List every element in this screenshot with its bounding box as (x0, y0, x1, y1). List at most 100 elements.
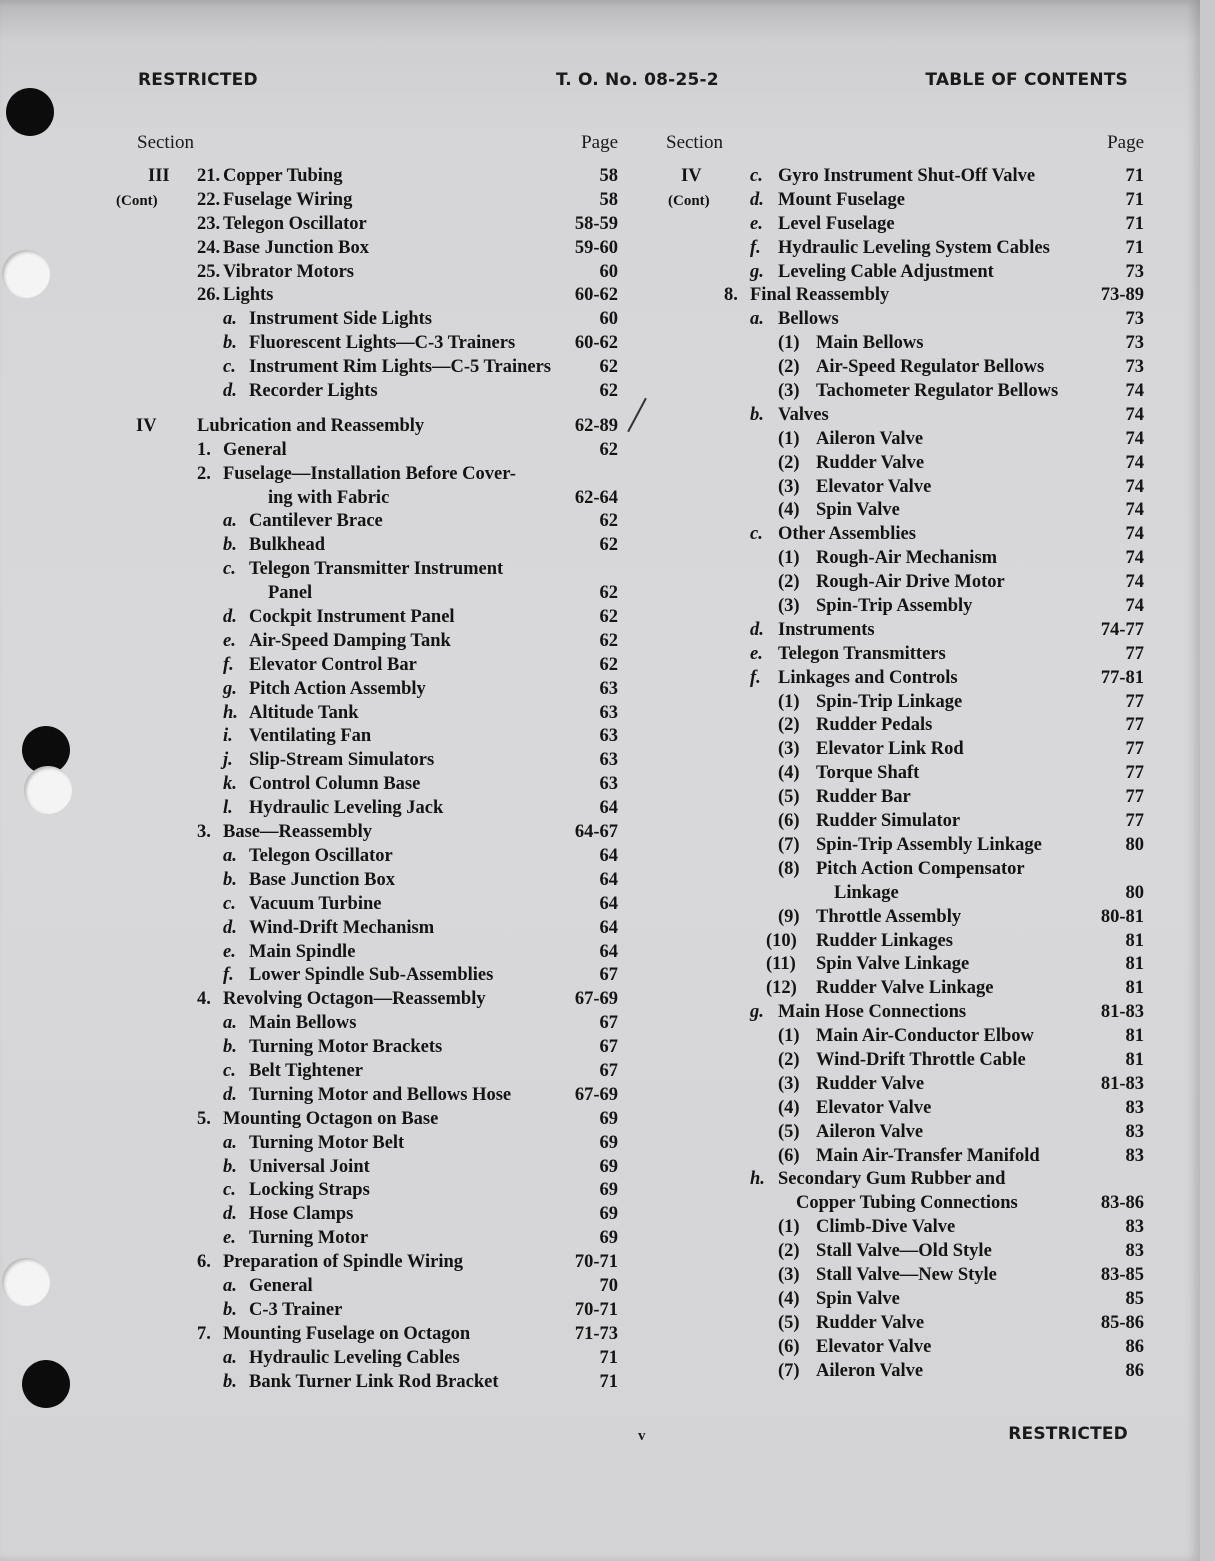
toc-entry: d. Cockpit Instrument Panel 62 (116, 607, 618, 631)
entry-title: Hose Clamps (249, 1204, 354, 1225)
entry-title: Linkages and Controls (778, 667, 958, 688)
toc-entry: b. Base Junction Box 64 (116, 870, 618, 894)
toc-entry: III 21. Copper Tubing 58 (116, 166, 618, 190)
entry-marker: (3) (778, 739, 800, 760)
section-number: III (148, 166, 170, 186)
punch-hole-white (2, 250, 50, 298)
entry-title: Lights (223, 285, 274, 306)
toc-entry: f. Hydraulic Leveling System Cables 71 (666, 238, 1144, 262)
entry-title: Hydraulic Leveling Cables (249, 1347, 460, 1368)
toc-entry: 2. Fuselage—Installation Before Cover- (116, 464, 618, 488)
entry-title: Vacuum Turbine (249, 893, 382, 914)
entry-page: 64 (599, 798, 619, 819)
entry-marker: (2) (778, 1049, 800, 1070)
entry-page: 85-86 (1100, 1312, 1144, 1333)
entry-page: 71 (1125, 213, 1145, 234)
entry-title: Rudder Valve (816, 452, 925, 473)
toc-entry: f. Lower Spindle Sub-Assemblies 67 (116, 965, 618, 989)
entry-marker: h. (223, 702, 238, 723)
toc-entry: b. Fluorescent Lights—C-3 Trainers 60-62 (116, 333, 618, 357)
entry-marker: c. (223, 893, 236, 914)
entry-title: Level Fuselage (778, 213, 895, 234)
toc-entry: (1) Main Air-Conductor Elbow 81 (666, 1026, 1144, 1050)
toc-entry: (2) Rough-Air Drive Motor 74 (666, 572, 1144, 596)
entry-title: Throttle Assembly (816, 906, 962, 927)
entry-title: Hydraulic Leveling System Cables (778, 237, 1050, 258)
entry-page: 73 (1125, 261, 1145, 282)
entry-page: 63 (599, 726, 619, 747)
toc-entry: (3) Rudder Valve 81-83 (666, 1074, 1144, 1098)
entry-marker: d. (750, 189, 764, 210)
toc-entry: IV c. Gyro Instrument Shut-Off Valve 71 (666, 166, 1144, 190)
toc-entry: (4) Spin Valve 85 (666, 1289, 1144, 1313)
entry-page: 74 (1125, 404, 1145, 425)
entry-marker: (4) (778, 500, 800, 521)
entry-title: Elevator Control Bar (249, 654, 417, 675)
entry-page: 69 (599, 1204, 619, 1225)
entry-marker: e. (223, 630, 236, 651)
entry-title: Cockpit Instrument Panel (249, 607, 455, 628)
toc-entry: b. Bank Turner Link Rod Bracket 71 (116, 1372, 618, 1396)
entry-title: Cantilever Brace (249, 511, 383, 532)
entry-marker: (4) (778, 1097, 800, 1118)
entry-title: Elevator Valve (816, 1336, 932, 1357)
toc-entry: d. Hose Clamps 69 (116, 1204, 618, 1228)
entry-page: 71 (1125, 166, 1145, 186)
toc-entry: k. Control Column Base 63 (116, 774, 618, 798)
entry-page: 80 (1125, 882, 1145, 903)
entry-marker: d. (223, 1084, 237, 1105)
toc-entry: (5) Rudder Valve 85-86 (666, 1313, 1144, 1337)
entry-page: 83-85 (1100, 1264, 1144, 1285)
entry-page: 74 (1125, 381, 1145, 402)
toc-entry: c. Belt Tightener 67 (116, 1061, 618, 1085)
entry-page: 81 (1125, 1026, 1145, 1047)
entry-page: 64 (599, 917, 619, 938)
entry-title: Torque Shaft (816, 763, 920, 784)
entry-page: 77 (1125, 763, 1145, 784)
entry-marker: a. (223, 1132, 237, 1153)
toc-entry: (2) Rudder Pedals 77 (666, 715, 1144, 739)
toc-entry: (2) Stall Valve—Old Style 83 (666, 1241, 1144, 1265)
page-number: v (638, 1428, 646, 1444)
entry-page: 81-83 (1100, 1073, 1144, 1094)
section-label: Section (666, 132, 723, 153)
entry-marker: 8. (724, 285, 738, 306)
toc-column-left: Section Page III 21. Copper Tubing 58 (Cont)… (116, 130, 618, 1395)
entry-marker: a. (223, 309, 237, 330)
entry-title: Control Column Base (249, 774, 421, 795)
entry-page: 69 (599, 1108, 619, 1129)
entry-marker: c. (223, 1060, 236, 1081)
entry-marker: b. (223, 1156, 237, 1177)
entry-title: Main Air-Transfer Manifold (816, 1145, 1040, 1166)
entry-marker: c. (750, 166, 763, 186)
entry-title: ing with Fabric (268, 487, 390, 508)
entry-page: 70-71 (574, 1299, 618, 1320)
entry-page: 74 (1125, 500, 1145, 521)
entry-page: 77 (1125, 715, 1145, 736)
toc-entry: (6) Main Air-Transfer Manifold 83 (666, 1146, 1144, 1170)
entry-page: 62 (599, 630, 619, 651)
entry-title: Turning Motor and Bellows Hose (249, 1084, 512, 1105)
entry-marker: b. (750, 404, 764, 425)
entry-page: 64 (599, 893, 619, 914)
entry-title: Rudder Bar (816, 787, 911, 808)
entry-title: Aileron Valve (816, 428, 924, 449)
entry-page: 77 (1125, 691, 1145, 712)
document-page: RESTRICTED T. O. No. 08-25-2 TABLE OF CO… (0, 0, 1200, 1561)
entry-marker: (6) (778, 811, 800, 832)
entry-page: 70 (599, 1275, 619, 1296)
entry-page: 64 (599, 941, 619, 962)
entry-title: Turning Motor Brackets (249, 1037, 443, 1058)
toc-entry: 4. Revolving Octagon—Reassembly 67-69 (116, 989, 618, 1013)
entry-title: Locking Straps (249, 1180, 370, 1201)
entry-title: Lower Spindle Sub-Assemblies (249, 965, 494, 986)
entry-marker: (5) (778, 1312, 800, 1333)
toc-entry: 6. Preparation of Spindle Wiring 70-71 (116, 1252, 618, 1276)
entry-marker: a. (223, 1347, 237, 1368)
entry-page: 62 (599, 607, 619, 628)
entry-page: 62-89 (574, 415, 618, 436)
entry-title: Tachometer Regulator Bellows (816, 381, 1059, 402)
entry-marker: 3. (197, 822, 211, 843)
entry-marker: a. (223, 1275, 237, 1296)
toc-entry: l. Hydraulic Leveling Jack 64 (116, 798, 618, 822)
